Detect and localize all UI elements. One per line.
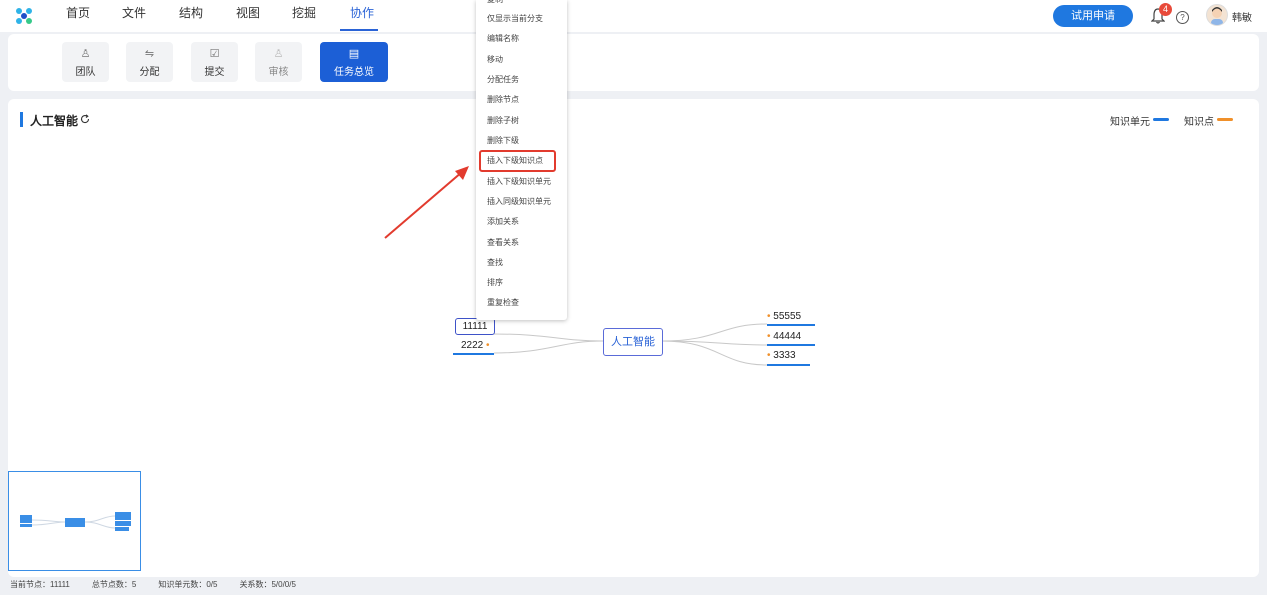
menu-assign-task[interactable]: 分配任务 (487, 74, 519, 85)
status-current-node: 当前节点：11111 (10, 580, 70, 589)
knowledge-point-dot: • (486, 340, 490, 351)
menu-find[interactable]: 查找 (487, 257, 503, 268)
status-total-nodes: 总节点数：5 (91, 580, 137, 589)
menu-delete-children[interactable]: 删除下级 (487, 135, 519, 146)
menu-insert-child-unit[interactable]: 插入下级知识单元 (487, 176, 551, 187)
left-node-2222[interactable]: 2222 • (461, 340, 490, 351)
minimap[interactable] (8, 471, 141, 571)
menu-sort[interactable]: 排序 (487, 277, 503, 288)
menu-show-branch[interactable]: 仅显示当前分支 (487, 13, 543, 24)
menu-edit-name[interactable]: 编辑名称 (487, 33, 519, 44)
left-node-2222-underline (453, 353, 494, 355)
left-node-11111[interactable]: 11111 (455, 318, 495, 335)
right-node-44444[interactable]: • 44444 (767, 331, 801, 342)
menu-duplicate-check[interactable]: 重复检查 (487, 297, 519, 308)
mindmap-connectors (384, 166, 768, 366)
right-node-3333-underline (767, 364, 810, 366)
right-node-44444-underline (767, 344, 815, 346)
menu-view-relation[interactable]: 查看关系 (487, 237, 519, 248)
knowledge-point-dot: • (767, 331, 771, 342)
right-node-3333[interactable]: • 3333 (767, 350, 796, 361)
knowledge-point-dot: • (767, 350, 771, 361)
right-node-55555-underline (767, 324, 815, 326)
right-node-55555-label: 55555 (773, 311, 802, 322)
menu-insert-sibling-unit[interactable]: 插入同级知识单元 (487, 196, 551, 207)
status-bar: 当前节点：11111 总节点数：5 知识单元数：0/5 关系数：5/0/0/5 (10, 579, 318, 590)
minimap-preview (20, 512, 131, 531)
menu-delete-subtree[interactable]: 删除子树 (487, 115, 519, 126)
status-relation-count: 关系数：5/0/0/5 (239, 580, 296, 589)
menu-move[interactable]: 移动 (487, 54, 503, 65)
menu-highlight-box (479, 150, 556, 172)
knowledge-point-dot: • (767, 311, 771, 322)
left-node-2222-label: 2222 (461, 340, 484, 351)
menu-copy[interactable]: 复制 (487, 0, 503, 5)
right-node-3333-label: 3333 (773, 350, 796, 361)
status-unit-count: 知识单元数：0/5 (158, 580, 218, 589)
right-node-44444-label: 44444 (773, 331, 802, 342)
menu-add-relation[interactable]: 添加关系 (487, 216, 519, 227)
right-node-55555[interactable]: • 55555 (767, 311, 801, 322)
center-node[interactable]: 人工智能 (603, 328, 663, 356)
menu-delete-node[interactable]: 删除节点 (487, 94, 519, 105)
